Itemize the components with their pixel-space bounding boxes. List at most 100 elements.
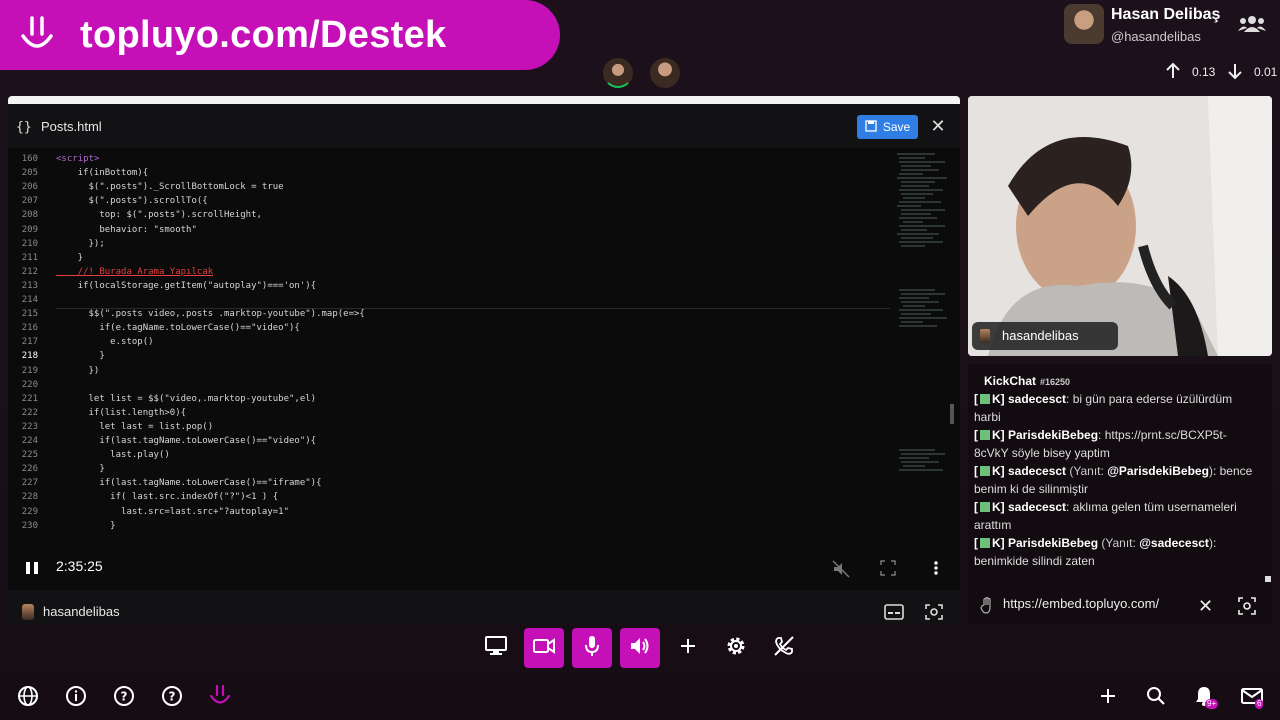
plus-icon [679,637,697,660]
code-line: }); [56,238,105,249]
embed-url[interactable]: https://embed.topluyo.com/ [1003,596,1159,611]
video-controls: 2:35:25 [8,552,960,586]
chat-username[interactable]: sadecesct [1008,464,1066,478]
microphone-button[interactable] [572,628,612,668]
code-line: e.stop() [56,337,154,348]
line-number: 208 [21,210,38,221]
line-number: 222 [21,407,38,418]
chat-username[interactable]: ParisdekiBebeg [1008,536,1098,550]
camera-button[interactable] [524,628,564,668]
speaker-button[interactable] [620,628,660,668]
code-line: } [56,520,116,531]
chat-username[interactable]: ParisdekiBebeg [1008,428,1098,442]
screen-share-panel: {} Posts.html Save ✕ 160 <script> 205 if(i… [8,96,960,624]
code-line: } [56,464,105,475]
bell-icon[interactable]: 9+ [1191,683,1219,709]
webcam-label: hasandelibas [972,322,1118,350]
hand-icon[interactable] [980,596,994,620]
line-number: 224 [21,436,38,446]
chat-panel: KickChat #16250 [K] sadecesct: bi gün par… [968,364,1272,624]
code-line: last.src=last.src+"?autoplay=1" [56,506,289,517]
line-number: 218 [21,351,38,362]
svg-text:{}: {} [16,120,32,135]
chat-messages[interactable]: [K] sadecesct: bi gün para ederse üzülür… [974,390,1258,570]
code-line: if(inBottom){ [56,168,149,179]
code-line: let list = $$("video,.marktop-youtube",e… [56,393,317,404]
chat-message[interactable]: [K] ParisdekiBebeg (Yanıt: @sadecesct): … [974,534,1258,570]
line-number: 214 [21,295,38,305]
save-button[interactable]: Save [857,115,918,139]
settings-button[interactable] [716,628,756,668]
close-icon[interactable]: ✕ [928,116,948,136]
code-scrollbar-thumb[interactable] [950,404,954,424]
line-number: 225 [21,450,38,461]
people-icon[interactable] [1238,12,1266,36]
line-number: 209 [21,224,38,235]
leave-call-button[interactable] [764,628,804,668]
hang-up-icon [773,635,795,662]
line-number: 230 [21,520,38,531]
focus-view-icon[interactable] [924,603,944,624]
download-value: 0.01 [1254,65,1278,79]
svg-text:?: ? [169,690,176,704]
info-icon[interactable] [63,683,89,709]
reply-target[interactable]: @ParisdekiBebeg [1107,464,1209,478]
chat-username[interactable]: sadecesct [1008,500,1066,514]
subtitles-icon[interactable] [884,603,904,624]
reply-target[interactable]: @sadecesct [1139,536,1209,550]
mail-icon[interactable]: 6 [1239,683,1265,709]
mail-badge: 6 [1255,699,1264,709]
webcam-view[interactable] [968,96,1272,356]
code-line: } [56,252,84,263]
support-banner[interactable]: topluyo.com/Destek [0,0,560,70]
globe-icon[interactable] [15,683,41,709]
svg-text:?: ? [121,690,128,704]
line-number: 216 [21,323,38,334]
code-area[interactable]: 160 <script> 205 if(inBottom){206 $(".post… [8,150,893,550]
line-number: 160 [21,154,38,164]
more-options-icon[interactable] [928,560,944,581]
code-line: }) [56,365,100,376]
add-button[interactable] [668,628,708,668]
line-number: 217 [21,337,38,348]
fullscreen-icon[interactable] [880,560,896,581]
save-icon [865,119,877,135]
pause-icon[interactable] [24,560,40,581]
network-stats: 0.13 0.01 [1164,62,1278,82]
chat-scroll-indicator[interactable] [1265,576,1271,582]
line-number: 206 [21,182,38,193]
code-line: $$(".posts video,.posts .marktop-youtube… [56,309,365,320]
focus-embed-icon[interactable] [1238,597,1256,620]
banner-text: topluyo.com/Destek [80,13,447,56]
speaker-icon [629,636,651,661]
participant-avatar[interactable] [650,58,680,88]
topluyo-home-icon[interactable] [207,683,233,709]
participant-avatar-speaking[interactable] [603,58,633,88]
faq-icon[interactable]: ? [159,683,185,709]
kick-badge-icon [980,502,990,512]
chat-message[interactable]: [K] ParisdekiBebeg: https://prnt.sc/BCXP… [974,426,1258,462]
chat-message[interactable]: [K] sadecesct: bi gün para ederse üzülür… [974,390,1258,426]
help-icon[interactable]: ? [111,683,137,709]
mute-icon[interactable] [832,560,850,583]
search-icon[interactable] [1143,683,1169,709]
topluyo-logo-icon [2,0,72,70]
close-embed-icon[interactable]: ✕ [1198,596,1213,617]
chat-message[interactable]: [K] sadecesct: aklıma gelen tüm username… [974,498,1258,534]
screen-share-button[interactable] [476,628,516,668]
webcam-user-name: hasandelibas [1002,328,1079,343]
streamer-avatar [22,604,34,620]
line-number: 207 [21,196,38,207]
code-minimap[interactable] [895,150,953,480]
kick-badge-icon [980,430,990,440]
kick-badge: [K] [974,500,1008,514]
plus-icon[interactable] [1095,683,1121,709]
gear-icon [725,635,747,662]
chat-username[interactable]: sadecesct [1008,392,1066,406]
chat-message[interactable]: [K] sadecesct (Yanıt: @ParisdekiBebeg): … [974,462,1258,498]
code-line: if(last.tagName.toLowerCase()=="video"){ [56,436,317,446]
chat-id: #16250 [1040,377,1071,387]
code-line: $(".posts").scrollTo({ [56,196,208,207]
line-number: 223 [21,421,38,432]
editor-header: {} Posts.html Save ✕ [8,104,960,148]
